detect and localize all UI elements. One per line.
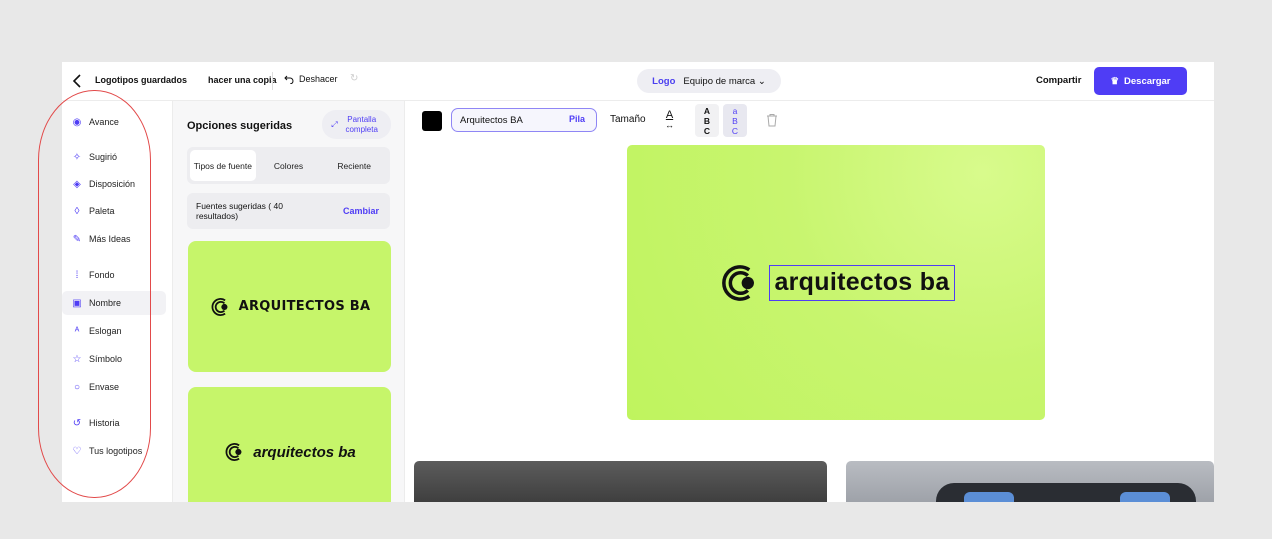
sidebar-item-label: Eslogan — [89, 326, 122, 336]
tab-logo[interactable]: Logo — [652, 76, 675, 87]
star-icon: ☆ — [72, 353, 82, 365]
sidebar-item-label: Envase — [89, 382, 120, 392]
download-button[interactable]: ♛ Descargar — [1094, 67, 1187, 95]
divider — [272, 72, 273, 90]
logo-name-text[interactable]: arquitectos ba — [769, 264, 955, 301]
font-icon: ᴬ — [74, 325, 80, 337]
sidebar-item-label: Fondo — [89, 270, 115, 280]
history-icon: ↺ — [72, 417, 82, 429]
sidebar-item-mas-ideas[interactable]: ✎ Más Ideas — [62, 227, 166, 251]
change-button[interactable]: Cambiar — [343, 206, 379, 216]
top-bar: Logotipos guardados hacer una copia Desh… — [62, 62, 1214, 101]
share-button[interactable]: Compartir — [1036, 75, 1081, 86]
sidebar-item-label: Paleta — [89, 206, 115, 216]
card-logo-text: arquitectos ba — [253, 443, 356, 461]
undo-label: Deshacer — [299, 74, 338, 84]
sidebar-item-disposicion[interactable]: ◈ Disposición — [62, 172, 166, 196]
sidebar-item-label: Sugirió — [89, 152, 118, 162]
mockup-preview-phone[interactable] — [846, 461, 1214, 502]
sidebar-item-envase[interactable]: ○ Envase — [62, 375, 166, 399]
sidebar-item-sugirio[interactable]: ✧ Sugirió — [62, 145, 166, 169]
download-label: Descargar — [1124, 75, 1171, 87]
stack-button[interactable]: Pila — [569, 114, 585, 124]
layers-icon: ◈ — [73, 178, 81, 190]
tab-brand-kit[interactable]: Equipo de marca ⌄ — [683, 76, 765, 87]
options-tabs: Tipos de fuente Colores Reciente — [187, 147, 390, 184]
sidebar-item-historia[interactable]: ↺ Historia — [62, 411, 166, 435]
sidebar-item-paleta[interactable]: ◊ Paleta — [62, 199, 166, 223]
undo-button[interactable]: Deshacer — [284, 74, 338, 84]
crown-icon: ♛ — [1110, 75, 1120, 87]
card-logo-text: ARQUITECTOS BA — [238, 299, 371, 314]
trash-icon[interactable] — [765, 113, 779, 127]
font-suggestion-card[interactable]: arquitectos ba — [188, 387, 391, 502]
circle-icon: ○ — [73, 381, 81, 393]
text-color-swatch[interactable] — [422, 111, 442, 131]
sidebar-item-label: Más Ideas — [89, 234, 131, 244]
text-toolbar: Pila Tamaño A↔ ABC aBC — [405, 101, 1214, 141]
logo-preview[interactable]: arquitectos ba — [627, 145, 1045, 420]
name-input[interactable] — [460, 112, 552, 128]
suggested-options-panel: Opciones sugeridas ⤢ Pantalla completa T… — [173, 101, 405, 502]
mockup-preview-dark[interactable] — [414, 461, 827, 502]
sidebar-item-tus-logotipos[interactable]: ♡ Tus logotipos — [62, 439, 166, 463]
suggested-fonts-bar: Fuentes sugeridas ( 40 resultados) Cambi… — [187, 193, 390, 229]
logo-symbol-icon — [225, 443, 242, 461]
make-copy-link[interactable]: hacer una copia — [208, 75, 277, 85]
sidebar-item-label: Símbolo — [89, 354, 123, 364]
grid-icon: ⁞ — [75, 269, 79, 281]
text-box-icon: ▣ — [72, 297, 82, 309]
sidebar-item-avance[interactable]: ◉ Avance — [62, 110, 166, 134]
sidebar-item-nombre[interactable]: ▣ Nombre — [62, 291, 166, 315]
wand-icon: ✎ — [72, 233, 82, 245]
canvas-area: Pila Tamaño A↔ ABC aBC arquitectos ba — [405, 101, 1214, 502]
sidebar-nav: ◉ Avance ✧ Sugirió ◈ Disposición ◊ Paleta ✎ M… — [62, 101, 173, 502]
sidebar-item-simbolo[interactable]: ☆ Símbolo — [62, 347, 166, 371]
tab-recent[interactable]: Reciente — [321, 150, 387, 181]
sidebar-item-label: Tus logotipos — [89, 446, 143, 456]
phone-screen — [964, 492, 1014, 502]
size-label: Tamaño — [610, 114, 646, 125]
sidebar-item-label: Avance — [89, 117, 119, 127]
tab-font-types[interactable]: Tipos de fuente — [190, 150, 256, 181]
logo-editor-app: Logotipos guardados hacer una copia Desh… — [62, 62, 1214, 502]
fullscreen-button[interactable]: ⤢ Pantalla completa — [322, 110, 391, 139]
redo-icon[interactable]: ↻ — [350, 73, 358, 84]
name-field[interactable]: Pila — [451, 108, 597, 132]
heart-icon: ♡ — [72, 445, 82, 457]
back-arrow-icon[interactable] — [68, 71, 88, 91]
logo-symbol-icon — [722, 264, 755, 301]
undo-icon — [284, 75, 294, 84]
sidebar-item-label: Historia — [89, 418, 120, 428]
sparkle-icon: ✧ — [72, 151, 82, 163]
tab-colors[interactable]: Colores — [256, 150, 322, 181]
logo-symbol-icon — [211, 297, 228, 316]
lowercase-button[interactable]: aBC — [723, 104, 747, 137]
sidebar-item-fondo[interactable]: ⁞ Fondo — [62, 263, 166, 287]
chevron-down-icon: ⌄ — [757, 75, 766, 87]
eye-icon: ◉ — [72, 116, 82, 128]
fullscreen-label: Pantalla completa — [345, 114, 378, 134]
font-size-icon[interactable]: A ↔ — [665, 110, 674, 131]
sidebar-item-eslogan[interactable]: ᴬ Eslogan — [62, 319, 166, 343]
suggested-fonts-count: Fuentes sugeridas ( 40 resultados) — [196, 201, 283, 221]
expand-icon: ⤢ — [331, 119, 338, 129]
drop-icon: ◊ — [74, 205, 80, 217]
font-suggestion-card[interactable]: ARQUITECTOS BA — [188, 241, 391, 372]
uppercase-button[interactable]: ABC — [695, 104, 719, 137]
saved-logos-link[interactable]: Logotipos guardados — [95, 75, 187, 85]
sidebar-item-label: Nombre — [89, 298, 122, 308]
logo-brand-switch[interactable]: Logo Equipo de marca ⌄ — [637, 69, 781, 93]
sidebar-item-label: Disposición — [89, 179, 136, 189]
phone-screen — [1120, 492, 1170, 502]
panel-title: Opciones sugeridas — [187, 120, 293, 132]
